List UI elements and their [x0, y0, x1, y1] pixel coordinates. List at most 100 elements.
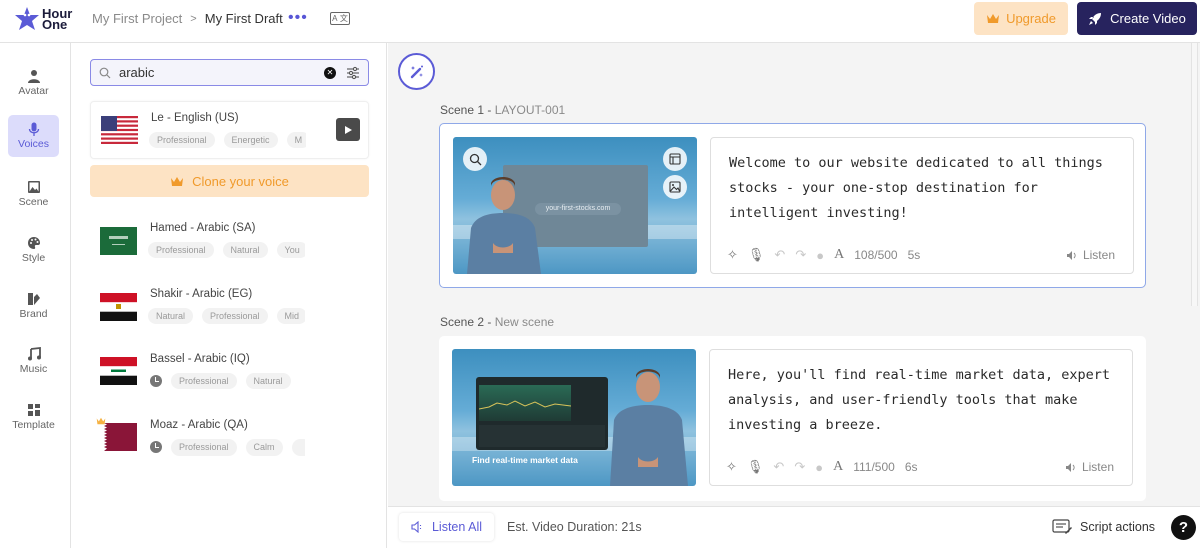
search-icon	[99, 67, 111, 78]
breadcrumb-draft[interactable]: My First Draft	[205, 11, 283, 26]
breadcrumb: My First Project > My First Draft	[92, 11, 283, 26]
voice-list-item[interactable]: Moaz - Arabic (QA) Professional Calm	[90, 411, 369, 469]
voice-search-input[interactable]	[119, 65, 324, 80]
nav-label: Style	[21, 252, 46, 264]
undo-icon[interactable]: ↶	[773, 459, 784, 475]
voice-tag: Natural	[222, 242, 268, 258]
create-video-label: Create Video	[1110, 11, 1186, 26]
help-button[interactable]: ?	[1171, 515, 1196, 540]
template-icon	[27, 404, 40, 416]
clock-icon	[150, 375, 162, 387]
magnifier-icon	[469, 153, 481, 165]
voice-tag: Calm	[245, 439, 283, 456]
voice-tag: You	[276, 242, 305, 258]
redo-icon[interactable]: ↷	[795, 247, 806, 263]
script-actions-button[interactable]: Script actions	[1052, 519, 1155, 534]
translate-icon[interactable]: A文	[330, 12, 350, 25]
voice-tag: Natural	[148, 308, 194, 324]
thumb-widgets	[479, 425, 605, 447]
nav-item-music[interactable]: Music	[8, 340, 59, 382]
scene-number: Scene 2 -	[440, 315, 492, 329]
magic-wand-icon[interactable]: ✧	[727, 247, 738, 263]
pronunciation-icon[interactable]: A	[833, 459, 843, 475]
nav-item-style[interactable]: Style	[8, 229, 59, 271]
selected-voice-card[interactable]: Le - English (US) Professional Energetic…	[90, 101, 369, 159]
filter-sliders-icon[interactable]	[346, 66, 360, 80]
voice-tag: Professional	[171, 439, 237, 456]
voice-tag: Natural	[245, 373, 291, 389]
nav-item-voices[interactable]: Voices	[8, 115, 59, 157]
speaker-icon	[1066, 250, 1076, 260]
clone-voice-button[interactable]: Clone your voice	[90, 165, 369, 197]
voice-tag: M	[286, 132, 306, 148]
layout-button[interactable]	[663, 147, 687, 171]
breadcrumb-project[interactable]: My First Project	[92, 11, 182, 26]
scene-script-box[interactable]: Here, you'll find real-time market data,…	[709, 349, 1133, 486]
voices-panel: ✕ Le - English (US) Professional Energet…	[71, 43, 387, 548]
flag-us-icon	[101, 116, 138, 144]
nav-label: Voices	[18, 138, 49, 150]
media-button[interactable]	[663, 175, 687, 199]
thumb-dashboard	[476, 377, 608, 450]
play-voice-button[interactable]	[336, 118, 360, 141]
undo-icon[interactable]: ↶	[774, 247, 785, 263]
nav-item-brand[interactable]: Brand	[8, 285, 59, 327]
scene-1-card[interactable]: your-first-stocks.com Welcome to our web…	[439, 123, 1146, 288]
nav-item-scene[interactable]: Scene	[8, 173, 59, 215]
thumb-caption: your-first-stocks.com	[535, 203, 621, 215]
voice-name: Bassel - Arabic (IQ)	[150, 353, 250, 365]
premium-crown-icon	[96, 417, 106, 425]
voice-list-item[interactable]: Bassel - Arabic (IQ) Professional Natura…	[90, 345, 369, 403]
nav-label: Scene	[18, 196, 49, 208]
voice-name: Le - English (US)	[151, 112, 239, 124]
listen-all-button[interactable]: Listen All	[399, 513, 494, 541]
nav-item-avatar[interactable]: Avatar	[8, 62, 59, 104]
pronunciation-icon[interactable]: A	[834, 247, 844, 263]
pause-clock-icon[interactable]: ●	[816, 248, 824, 263]
scene-thumbnail[interactable]: Find real-time market data	[452, 349, 696, 486]
scene-script-text[interactable]: Here, you'll find real-time market data,…	[728, 363, 1118, 438]
upgrade-button[interactable]: Upgrade	[974, 2, 1068, 35]
magic-wand-button[interactable]	[398, 53, 435, 90]
nav-item-template[interactable]: Template	[8, 396, 59, 438]
more-options-icon[interactable]: •••	[288, 9, 308, 27]
redo-icon[interactable]: ↷	[794, 459, 805, 475]
create-video-button[interactable]: Create Video	[1077, 2, 1197, 35]
person-icon	[27, 70, 40, 83]
left-nav: Avatar Voices Scene Style Brand Music Te…	[0, 43, 71, 548]
script-toolbar: ✧ 🎙︎ ↶ ↷ ● A 108/500 5s	[727, 247, 920, 263]
microphone-icon[interactable]: 🎙︎	[747, 459, 764, 475]
clone-voice-label: Clone your voice	[192, 173, 289, 189]
voice-list-item[interactable]: Hamed - Arabic (SA) Professional Natural…	[90, 213, 369, 271]
scene-script-text[interactable]: Welcome to our website dedicated to all …	[729, 151, 1119, 226]
image-icon	[669, 181, 681, 193]
scene-name[interactable]: New scene	[495, 315, 554, 329]
script-edit-icon	[1052, 519, 1072, 534]
scene-name[interactable]: LAYOUT-001	[495, 103, 565, 117]
voice-tags: Natural Professional Mid	[148, 308, 305, 324]
scene-duration: 6s	[904, 460, 918, 474]
clear-search-icon[interactable]: ✕	[324, 66, 336, 79]
nav-label: Avatar	[18, 85, 49, 97]
rocket-icon	[1089, 12, 1102, 25]
microphone-icon	[28, 122, 39, 136]
hour-one-logo[interactable]: Hour One	[14, 6, 72, 32]
zoom-preview-button[interactable]	[463, 147, 487, 171]
scene-1-label: Scene 1 - LAYOUT-001	[440, 103, 565, 117]
voice-list-item[interactable]: Shakir - Arabic (EG) Natural Professiona…	[90, 279, 369, 337]
scene-thumbnail[interactable]: your-first-stocks.com	[453, 137, 697, 274]
voice-tags: Professional Calm	[148, 439, 305, 456]
voice-search-box[interactable]: ✕	[90, 59, 369, 86]
magic-wand-icon[interactable]: ✧	[726, 459, 737, 475]
listen-scene-button[interactable]: Listen	[1065, 460, 1114, 474]
microphone-icon[interactable]: 🎙︎	[748, 247, 765, 263]
brand-swatch-icon	[27, 293, 40, 305]
pause-clock-icon[interactable]: ●	[815, 460, 823, 475]
scene-script-box[interactable]: Welcome to our website dedicated to all …	[710, 137, 1134, 274]
play-icon	[345, 125, 352, 134]
flag-eg-icon	[100, 293, 137, 321]
listen-label: Listen	[1082, 248, 1115, 262]
listen-scene-button[interactable]: Listen	[1066, 248, 1115, 262]
scene-2-card[interactable]: Find real-time market data Here, you'll …	[439, 336, 1146, 501]
vertical-scrollbar[interactable]	[1191, 43, 1198, 306]
